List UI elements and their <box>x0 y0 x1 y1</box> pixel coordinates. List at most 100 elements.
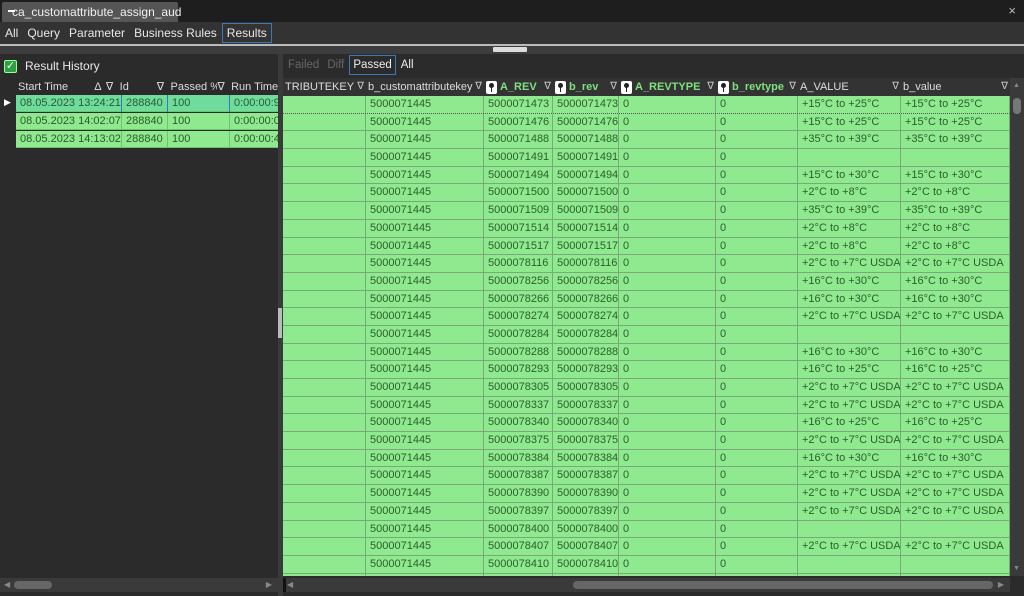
table-row[interactable]: 5000071445 5000078256 5000078256 0 0 +16°C to… <box>283 272 1010 291</box>
table-row[interactable]: 5000071445 5000071473 5000071473 0 0 +15°C to… <box>283 96 1010 114</box>
table-row[interactable]: 5000071445 5000078288 5000078288 0 0 +16°C to… <box>283 343 1010 362</box>
table-row[interactable]: 5000071445 5000078305 5000078305 0 0 +2°C to … <box>283 379 1010 397</box>
table-row[interactable]: 5000071445 5000078293 5000078293 0 0 +16°C to… <box>283 361 1010 379</box>
scrollbar-thumb[interactable] <box>1013 98 1021 114</box>
nav-tab-query[interactable]: Query <box>23 23 64 43</box>
table-row[interactable]: 5000071445 5000078375 5000078375 0 0 +2°C to … <box>283 432 1010 450</box>
column-header[interactable]: b_customattributekey ∇ <box>366 78 484 96</box>
table-cell: 0 <box>716 467 798 485</box>
table-row[interactable]: 5000071445 5000078337 5000078337 0 0 +2°C to … <box>283 396 1010 415</box>
filter-passed[interactable]: Passed <box>349 55 396 75</box>
table-row[interactable]: 5000071445 5000071476 5000071476 0 0 +15°C to… <box>283 113 1010 132</box>
table-row[interactable]: 50000714455000078413500007841300 <box>283 573 1010 576</box>
column-header-label: b_value <box>903 81 942 93</box>
results-horizontal-scrollbar[interactable]: ◀ ▶ <box>283 578 1010 592</box>
table-row[interactable]: 5000071445 5000078116 5000078116 0 0 +2°C to … <box>283 255 1010 273</box>
table-cell: 5000071445 <box>366 502 484 520</box>
table-row[interactable]: 5000071445 5000078274 5000078274 0 0 +2°C to … <box>283 308 1010 326</box>
column-header[interactable]: TRIBUTEKEY ∇ <box>283 78 366 96</box>
filter-icon[interactable]: ∇ <box>789 78 796 96</box>
table-row[interactable]: 5000071445 5000078266 5000078266 0 0 +16°C to… <box>283 290 1010 309</box>
splitter-grip[interactable] <box>278 308 282 338</box>
col-run-time[interactable]: Run Time <box>229 79 278 95</box>
sort-asc-icon[interactable]: Δ <box>94 79 106 95</box>
scroll-up-icon[interactable]: ▲ <box>1013 82 1020 89</box>
nav-tab-results[interactable]: Results <box>221 23 272 43</box>
col-start-time[interactable]: Start Time <box>16 79 94 95</box>
history-horizontal-scrollbar[interactable]: ◀ ▶ <box>0 578 278 592</box>
filter-icon[interactable]: ∇ <box>475 78 482 96</box>
scrollbar-thumb[interactable] <box>573 581 993 589</box>
history-row[interactable]: 08.05.2023 14:02:07 288840 100 0:00:00:0… <box>16 113 278 130</box>
filter-icon[interactable]: ∇ <box>1001 78 1008 96</box>
column-header[interactable]: b_revtype ∇ <box>716 78 798 96</box>
filter-icon[interactable]: ∇ <box>544 78 551 96</box>
table-row[interactable]: 5000071445 5000078390 5000078390 0 0 +2°C to … <box>283 485 1010 503</box>
nav-tab-business-rules[interactable]: Business Rules <box>130 23 221 43</box>
nav-tab-parameter[interactable]: Parameter <box>65 23 129 43</box>
scroll-left-icon[interactable]: ◀ <box>4 580 10 589</box>
scroll-down-icon[interactable]: ▼ <box>1013 565 1020 572</box>
table-row[interactable]: 5000071445 5000071514 5000071514 0 0 +2°C to … <box>283 219 1010 238</box>
column-header[interactable]: A_REVTYPE ∇ <box>619 78 716 96</box>
table-row[interactable]: 5000071445 5000078387 5000078387 0 0 +2°C to … <box>283 467 1010 486</box>
column-header[interactable]: A_REV ∇ <box>484 78 553 96</box>
table-cell: 0 <box>619 538 716 555</box>
filter-diff[interactable]: Diff <box>324 55 347 75</box>
nav-tab-all[interactable]: All <box>1 23 22 43</box>
scroll-right-icon[interactable]: ▶ <box>998 580 1004 589</box>
table-cell <box>283 308 366 325</box>
table-cell: 5000078400 <box>484 520 553 538</box>
filter-failed[interactable]: Failed <box>285 55 322 75</box>
history-row[interactable]: 08.05.2023 13:24:21 288840 100 0:00:00:9… <box>16 95 278 112</box>
table-row[interactable]: 5000071445 5000078340 5000078340 0 0 +16°C to… <box>283 414 1010 433</box>
col-id[interactable]: Id <box>118 79 157 95</box>
table-cell: 0 <box>619 432 716 449</box>
table-cell: 5000071488 <box>553 131 619 149</box>
table-row[interactable]: 5000071445 5000078410 5000078410 0 0 <box>283 555 1010 574</box>
document-tab[interactable]: ca_customattribute_assign_aud <box>2 2 181 22</box>
filter-all[interactable]: All <box>398 55 417 75</box>
table-row[interactable]: 5000071445 5000078284 5000078284 0 0 <box>283 325 1010 344</box>
col-passed[interactable]: Passed % <box>168 79 217 95</box>
filter-icon[interactable]: ∇ <box>357 78 364 96</box>
table-row[interactable]: 5000071445 5000071517 5000071517 0 0 +2°C to … <box>283 237 1010 256</box>
history-row[interactable]: 08.05.2023 14:13:02 288840 100 0:00:00:4… <box>16 131 278 148</box>
cell-start-time: 08.05.2023 13:24:21 <box>16 95 122 112</box>
scrollbar-thumb[interactable] <box>14 581 52 589</box>
close-icon[interactable]: × <box>1008 3 1016 18</box>
scroll-right-icon[interactable]: ▶ <box>266 580 272 589</box>
table-cell <box>283 255 366 272</box>
filter-icon[interactable]: ∇ <box>106 79 118 95</box>
table-row[interactable]: 5000071445 5000078407 5000078407 0 0 +2°C to … <box>283 538 1010 556</box>
scroll-left-icon[interactable]: ◀ <box>287 580 293 589</box>
table-row[interactable]: 5000071445 5000071488 5000071488 0 0 +35°C to… <box>283 131 1010 150</box>
filter-icon[interactable]: ∇ <box>707 78 714 96</box>
results-vertical-scrollbar[interactable]: ▲ ▼ <box>1010 78 1024 576</box>
table-cell: +2°C to +7°C USDA <box>901 502 1010 520</box>
column-header-label: A_REVTYPE <box>635 81 701 93</box>
table-row[interactable]: 5000071445 5000071494 5000071494 0 0 +15°C to… <box>283 166 1010 185</box>
table-cell: 5000071445 <box>366 96 484 113</box>
table-row[interactable]: 5000071445 5000078397 5000078397 0 0 +2°C to … <box>283 502 1010 521</box>
column-header[interactable]: b_value ∇ <box>901 78 1010 96</box>
table-cell: 5000071514 <box>484 219 553 237</box>
table-row[interactable]: 5000071445 5000071500 5000071500 0 0 +2°C to … <box>283 184 1010 203</box>
filter-icon[interactable]: ∇ <box>217 79 229 95</box>
splitter-grip[interactable] <box>493 47 527 52</box>
table-cell: +2°C to +7°C USDA <box>798 432 901 449</box>
filter-icon[interactable]: ∇ <box>157 79 169 95</box>
table-cell: +16°C to +25°C <box>901 361 1010 378</box>
table-cell: 5000078256 <box>553 272 619 290</box>
table-cell <box>283 573 366 576</box>
table-row[interactable]: 5000071445 5000071491 5000071491 0 0 <box>283 149 1010 167</box>
column-header[interactable]: A_VALUE ∇ <box>798 78 901 96</box>
result-history-checkbox[interactable]: ✓ <box>4 59 17 73</box>
table-cell: 5000071514 <box>553 219 619 237</box>
table-row[interactable]: 5000071445 5000078400 5000078400 0 0 <box>283 520 1010 539</box>
column-header[interactable]: b_rev ∇ <box>553 78 619 96</box>
filter-icon[interactable]: ∇ <box>610 78 617 96</box>
filter-icon[interactable]: ∇ <box>892 78 899 96</box>
table-row[interactable]: 5000071445 5000078384 5000078384 0 0 +16°C to… <box>283 449 1010 468</box>
table-row[interactable]: 5000071445 5000071509 5000071509 0 0 +35°C to… <box>283 202 1010 220</box>
